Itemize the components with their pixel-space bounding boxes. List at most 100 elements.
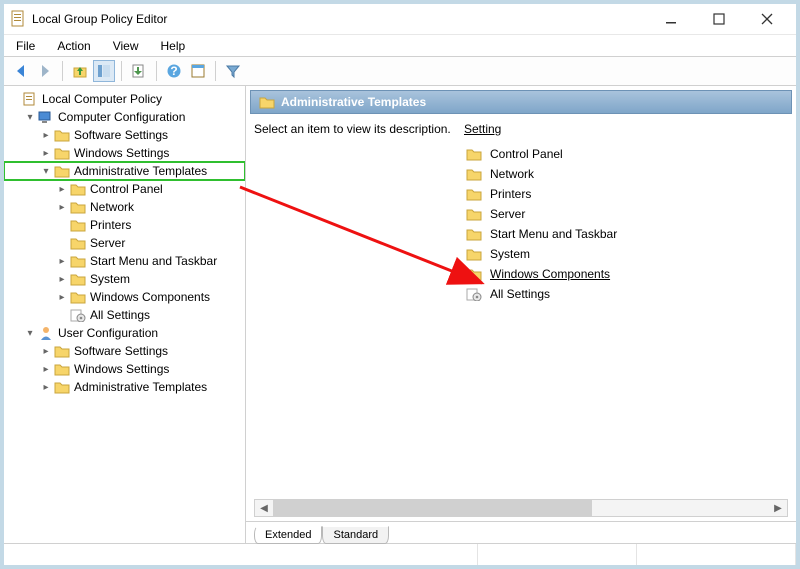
scroll-thumb[interactable] (273, 500, 592, 516)
folder-icon (466, 226, 482, 242)
setting-item-printers[interactable]: Printers (464, 184, 788, 204)
folder-icon (54, 163, 70, 179)
chevron-right-icon[interactable]: ▸ (40, 346, 52, 357)
chevron-right-icon[interactable]: ▸ (56, 274, 68, 285)
chevron-right-icon[interactable]: ▸ (56, 292, 68, 303)
help-button[interactable]: ? (163, 60, 185, 82)
tree-item-system[interactable]: ▸ System (4, 270, 245, 288)
statusbar (4, 543, 796, 565)
folder-icon (54, 343, 70, 359)
chevron-down-icon[interactable]: ▾ (24, 112, 36, 123)
tab-extended[interactable]: Extended (254, 526, 322, 544)
close-button[interactable] (752, 8, 782, 30)
panel-header: Administrative Templates (250, 90, 792, 114)
menu-help[interactable]: Help (157, 37, 190, 55)
setting-item-windows-components[interactable]: Windows Components (464, 264, 788, 284)
show-hide-tree-button[interactable] (93, 60, 115, 82)
tree-item-all-settings[interactable]: ▸All Settings (4, 306, 245, 324)
tree-label: Network (90, 200, 134, 214)
tree-item-windows-settings[interactable]: ▸ Windows Settings (4, 144, 245, 162)
tree-label: Start Menu and Taskbar (90, 254, 217, 268)
minimize-button[interactable] (656, 8, 686, 30)
chevron-right-icon[interactable]: ▸ (56, 184, 68, 195)
horizontal-scrollbar[interactable]: ◀ ▶ (254, 499, 788, 517)
tree-item-administrative-templates[interactable]: ▾Administrative Templates (4, 162, 245, 180)
tree-label: Software Settings (74, 128, 168, 142)
window: Local Group Policy Editor File Action Vi… (0, 0, 800, 569)
back-button[interactable] (10, 60, 32, 82)
folder-icon (70, 271, 86, 287)
tree-item-network[interactable]: ▸ Network (4, 198, 245, 216)
description-prompt: Select an item to view its description. (254, 122, 454, 136)
tree-item-control-panel[interactable]: ▸Control Panel (4, 180, 245, 198)
tree-item-windows-components[interactable]: ▸ Windows Components (4, 288, 245, 306)
export-list-button[interactable] (128, 60, 150, 82)
menu-view[interactable]: View (109, 37, 143, 55)
chevron-down-icon[interactable]: ▾ (40, 166, 52, 177)
chevron-right-icon[interactable]: ▸ (40, 382, 52, 393)
setting-item-network[interactable]: Network (464, 164, 788, 184)
folder-icon (70, 217, 86, 233)
forward-button[interactable] (34, 60, 56, 82)
chevron-right-icon[interactable]: ▸ (56, 202, 68, 213)
folder-icon (466, 166, 482, 182)
tree-label: Printers (90, 218, 131, 232)
setting-label: System (490, 247, 530, 261)
chevron-down-icon[interactable]: ▾ (24, 328, 36, 339)
folder-icon (259, 94, 275, 110)
tree-label: Server (90, 236, 125, 250)
tree-label: System (90, 272, 130, 286)
folder-icon (70, 181, 86, 197)
setting-item-all-settings[interactable]: All Settings (464, 284, 788, 304)
setting-item-system[interactable]: System (464, 244, 788, 264)
chevron-right-icon[interactable]: ▸ (56, 256, 68, 267)
folder-icon (70, 289, 86, 305)
setting-item-start-menu-and-taskbar[interactable]: Start Menu and Taskbar (464, 224, 788, 244)
root-icon (22, 91, 38, 107)
filter-button[interactable] (222, 60, 244, 82)
tree-item-software-settings[interactable]: ▸ Software Settings (4, 126, 245, 144)
folder-icon (54, 145, 70, 161)
chevron-right-icon[interactable]: ▸ (40, 364, 52, 375)
tree-item-user-configuration[interactable]: ▾User Configuration (4, 324, 245, 342)
menu-file[interactable]: File (12, 37, 39, 55)
settings-icon (70, 307, 86, 323)
tree-item-administrative-templates[interactable]: ▸Administrative Templates (4, 378, 245, 396)
settings-column-header[interactable]: Setting (464, 122, 788, 138)
tree-item-software-settings[interactable]: ▸Software Settings (4, 342, 245, 360)
tab-standard[interactable]: Standard (322, 526, 389, 544)
setting-label: Network (490, 167, 534, 181)
tree-label: Local Computer Policy (42, 92, 162, 106)
chevron-right-icon[interactable]: ▸ (40, 130, 52, 141)
folder-icon (466, 186, 482, 202)
scroll-left-icon[interactable]: ◀ (255, 503, 273, 514)
setting-label: Printers (490, 187, 531, 201)
toolbar: ? (4, 56, 796, 86)
tree-item-windows-settings[interactable]: ▸Windows Settings (4, 360, 245, 378)
folder-icon (466, 146, 482, 162)
tree-label: Windows Components (90, 290, 210, 304)
tree-label: All Settings (90, 308, 150, 322)
scroll-right-icon[interactable]: ▶ (769, 503, 787, 514)
tree-label: Windows Settings (74, 146, 169, 160)
setting-item-control-panel[interactable]: Control Panel (464, 144, 788, 164)
tree-item-server[interactable]: ▸Server (4, 234, 245, 252)
menu-action[interactable]: Action (53, 37, 94, 55)
tree-item-start-menu-and-taskbar[interactable]: ▸ Start Menu and Taskbar (4, 252, 245, 270)
maximize-button[interactable] (704, 8, 734, 30)
tree-item-computer-configuration[interactable]: ▾Computer Configuration (4, 108, 245, 126)
app-icon (10, 9, 26, 29)
tree-root[interactable]: ▸Local Computer Policy (4, 90, 245, 108)
titlebar: Local Group Policy Editor (4, 4, 796, 34)
up-folder-button[interactable] (69, 60, 91, 82)
properties-button[interactable] (187, 60, 209, 82)
window-title: Local Group Policy Editor (32, 12, 656, 26)
setting-item-server[interactable]: Server (464, 204, 788, 224)
computer-icon (38, 109, 54, 125)
setting-label: Control Panel (490, 147, 563, 161)
details-area: Select an item to view its description. … (246, 116, 796, 499)
chevron-right-icon[interactable]: ▸ (40, 148, 52, 159)
tree-item-printers[interactable]: ▸Printers (4, 216, 245, 234)
tree-panel[interactable]: ▸Local Computer Policy▾Computer Configur… (4, 86, 246, 543)
folder-icon (54, 379, 70, 395)
